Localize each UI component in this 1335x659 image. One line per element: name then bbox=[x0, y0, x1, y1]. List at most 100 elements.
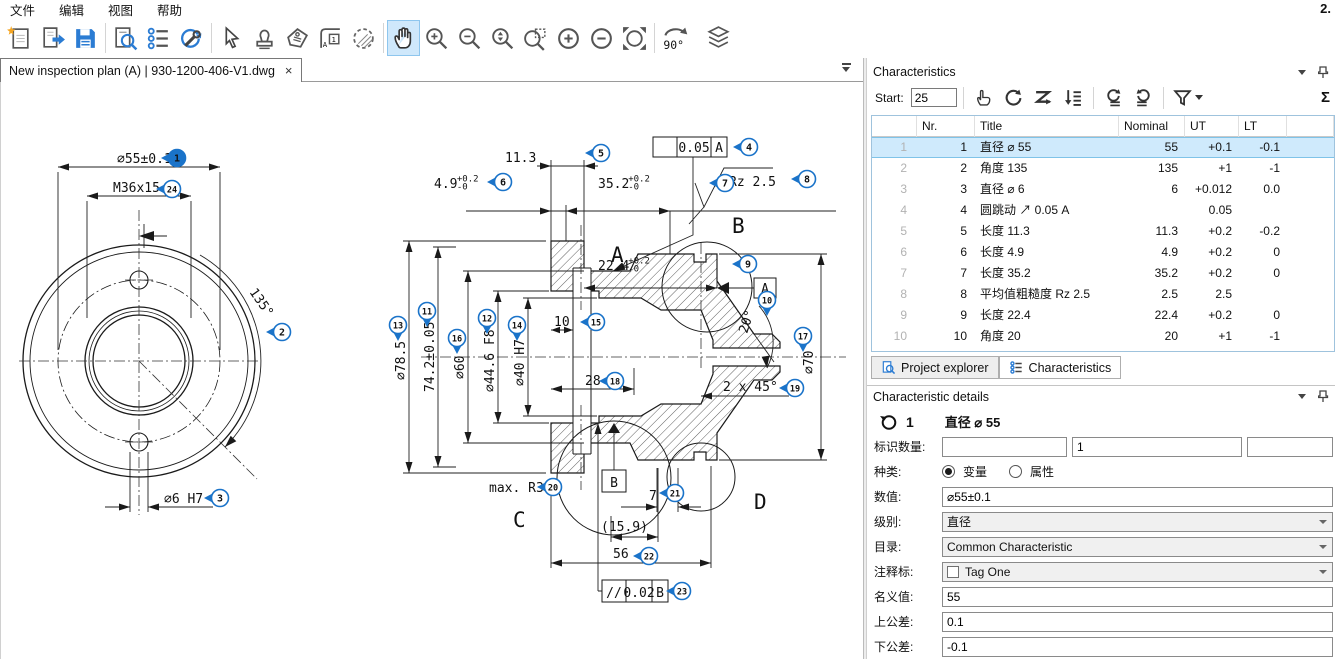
level-select[interactable]: 直径 bbox=[942, 512, 1333, 532]
cell-idx[interactable]: 1 bbox=[872, 137, 917, 158]
tab-characteristics[interactable]: Characteristics bbox=[999, 356, 1122, 379]
rotate-90-button[interactable]: 90° bbox=[658, 20, 702, 56]
id-count-input-3[interactable] bbox=[1247, 437, 1333, 457]
cell-x[interactable] bbox=[1287, 242, 1334, 263]
characteristic-row[interactable]: 11直径 ⌀ 5555+0.1-0.1 bbox=[872, 137, 1334, 158]
balloon-dimension-button[interactable]: 1A bbox=[314, 20, 347, 56]
balloon-8[interactable]: 8 bbox=[791, 171, 816, 188]
header-title[interactable]: Title bbox=[975, 116, 1119, 137]
upper-tol-input[interactable] bbox=[942, 612, 1333, 632]
stamp-tool-button[interactable] bbox=[248, 20, 281, 56]
pin-icon[interactable] bbox=[1318, 66, 1329, 79]
sum-symbol[interactable]: Σ bbox=[1321, 89, 1331, 106]
cell-idx[interactable]: 10 bbox=[872, 326, 917, 347]
tag-tool-button[interactable] bbox=[281, 20, 314, 56]
cell-nom[interactable]: 22.4 bbox=[1119, 305, 1185, 326]
balloon-14[interactable]: 14 bbox=[509, 317, 526, 342]
cell-lt[interactable] bbox=[1239, 284, 1287, 305]
save-button[interactable] bbox=[69, 20, 102, 56]
pan-tool-button[interactable] bbox=[387, 20, 420, 56]
cell-idx[interactable]: 7 bbox=[872, 263, 917, 284]
cell-ut[interactable]: 0.05 bbox=[1185, 200, 1239, 221]
cell-idx[interactable]: 2 bbox=[872, 158, 917, 179]
header-nominal[interactable]: Nominal bbox=[1119, 116, 1185, 137]
characteristic-row[interactable]: 1010角度 2020+1-1 bbox=[872, 326, 1334, 347]
cell-nr[interactable]: 2 bbox=[917, 158, 975, 179]
catalog-select[interactable]: Common Characteristic bbox=[942, 537, 1333, 557]
balloon-5[interactable]: 5 bbox=[585, 145, 610, 162]
cell-x[interactable] bbox=[1287, 305, 1334, 326]
renumber-forward-button[interactable] bbox=[1100, 85, 1127, 110]
balloon-9[interactable]: 9 bbox=[732, 256, 757, 273]
characteristic-row[interactable]: 77长度 35.235.2+0.20 bbox=[872, 263, 1334, 284]
balloon-23[interactable]: 23 bbox=[666, 583, 691, 600]
cell-lt[interactable]: -1 bbox=[1239, 326, 1287, 347]
evaluate-settings-button[interactable] bbox=[175, 20, 208, 56]
cell-idx[interactable]: 3 bbox=[872, 179, 917, 200]
cell-nom[interactable]: 20 bbox=[1119, 326, 1185, 347]
balloon-4[interactable]: 4 bbox=[733, 139, 758, 156]
cell-title[interactable]: 平均值粗糙度 Rz 2.5 bbox=[975, 284, 1119, 305]
menu-file[interactable]: 文件 bbox=[10, 0, 35, 19]
kind-attribute-radio[interactable]: 属性 bbox=[1009, 463, 1054, 480]
cell-ut[interactable]: +1 bbox=[1185, 326, 1239, 347]
panel-menu-chevron-icon[interactable] bbox=[1298, 70, 1306, 75]
nominal-input[interactable] bbox=[942, 587, 1333, 607]
id-count-input-1[interactable] bbox=[942, 437, 1067, 457]
zoom-selection-button[interactable] bbox=[486, 20, 519, 56]
drawing-canvas-area[interactable]: ⌀55±0.1M36x15135°⌀6 H711.34.9+0.2-035.2+… bbox=[0, 82, 863, 659]
balloon-17[interactable]: 17 bbox=[795, 328, 812, 353]
cell-title[interactable]: 直径 ⌀ 55 bbox=[975, 137, 1119, 158]
layers-button[interactable] bbox=[702, 20, 735, 56]
cell-nom[interactable]: 6 bbox=[1119, 179, 1185, 200]
cell-title[interactable]: 长度 22.4 bbox=[975, 305, 1119, 326]
cell-lt[interactable]: -0.1 bbox=[1239, 137, 1287, 158]
cell-title[interactable]: 圆跳动 ↗ 0.05 A bbox=[975, 200, 1119, 221]
cell-x[interactable] bbox=[1287, 263, 1334, 284]
renumber-path-button[interactable] bbox=[1030, 85, 1057, 110]
zoom-in-button[interactable] bbox=[420, 20, 453, 56]
characteristic-row[interactable]: 99长度 22.422.4+0.20 bbox=[872, 305, 1334, 326]
characteristic-row[interactable]: 44圆跳动 ↗ 0.05 A0.05 bbox=[872, 200, 1334, 221]
tab-list-button[interactable] bbox=[839, 63, 853, 75]
cell-nr[interactable]: 8 bbox=[917, 284, 975, 305]
balloon-19[interactable]: 19 bbox=[779, 380, 804, 397]
cell-lt[interactable]: 0 bbox=[1239, 263, 1287, 284]
header-ut[interactable]: UT bbox=[1185, 116, 1239, 137]
cell-x[interactable] bbox=[1287, 158, 1334, 179]
header-nr[interactable]: Nr. bbox=[917, 116, 975, 137]
tab-project-explorer[interactable]: Project explorer bbox=[871, 356, 999, 379]
cell-ut[interactable]: +0.2 bbox=[1185, 221, 1239, 242]
radio-checked-icon[interactable] bbox=[942, 465, 955, 478]
cell-lt[interactable]: 0 bbox=[1239, 242, 1287, 263]
cell-nr[interactable]: 3 bbox=[917, 179, 975, 200]
balloon-16[interactable]: 16 bbox=[449, 330, 466, 355]
balloon-3[interactable]: 3 bbox=[204, 490, 229, 507]
cell-idx[interactable]: 9 bbox=[872, 305, 917, 326]
cell-lt[interactable]: 0 bbox=[1239, 305, 1287, 326]
cell-nom[interactable]: 4.9 bbox=[1119, 242, 1185, 263]
zoom-fit-button[interactable] bbox=[618, 20, 651, 56]
value-input[interactable] bbox=[942, 487, 1333, 507]
cell-ut[interactable]: +1 bbox=[1185, 158, 1239, 179]
cell-title[interactable]: 角度 20 bbox=[975, 326, 1119, 347]
header-lt[interactable]: LT bbox=[1239, 116, 1287, 137]
checkbox-unchecked-icon[interactable] bbox=[947, 566, 959, 578]
cell-x[interactable] bbox=[1287, 179, 1334, 200]
cell-nom[interactable]: 2.5 bbox=[1119, 284, 1185, 305]
increase-button[interactable] bbox=[552, 20, 585, 56]
cell-lt[interactable]: 0.0 bbox=[1239, 179, 1287, 200]
menu-edit[interactable]: 编辑 bbox=[59, 0, 84, 19]
cell-ut[interactable]: +0.1 bbox=[1185, 137, 1239, 158]
cell-title[interactable]: 长度 35.2 bbox=[975, 263, 1119, 284]
new-inspection-plan-button[interactable] bbox=[3, 20, 36, 56]
find-characteristic-button[interactable] bbox=[109, 20, 142, 56]
cell-x[interactable] bbox=[1287, 137, 1334, 158]
radio-unchecked-icon[interactable] bbox=[1009, 465, 1022, 478]
cell-nr[interactable]: 7 bbox=[917, 263, 975, 284]
panel-menu-chevron-icon[interactable] bbox=[1298, 394, 1306, 399]
zoom-out-button[interactable] bbox=[453, 20, 486, 56]
id-count-input-2[interactable] bbox=[1072, 437, 1242, 457]
cell-nom[interactable] bbox=[1119, 200, 1185, 221]
cell-ut[interactable]: +0.012 bbox=[1185, 179, 1239, 200]
